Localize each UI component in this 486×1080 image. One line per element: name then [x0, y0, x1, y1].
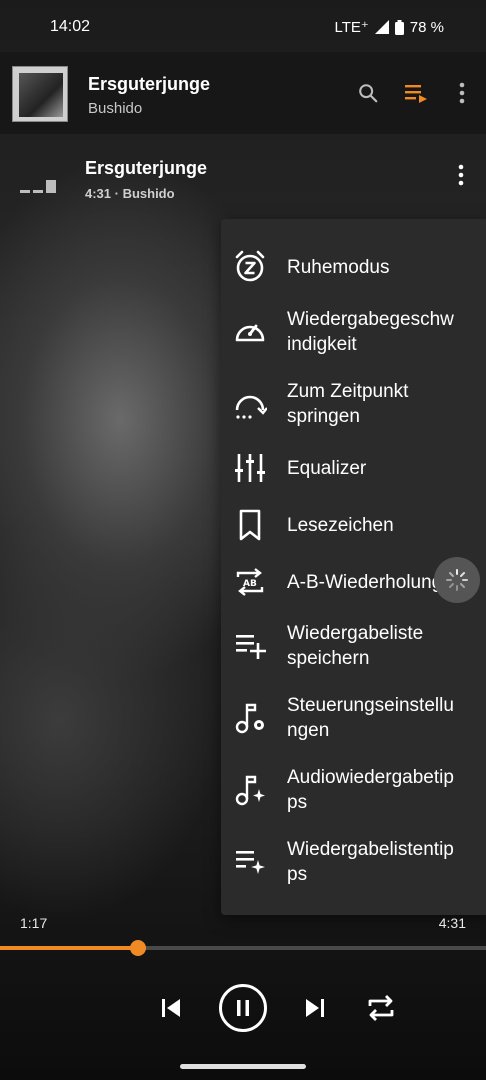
next-button[interactable]: [299, 992, 331, 1024]
status-indicators: LTE⁺ 78 %: [334, 18, 444, 37]
seek-bar-thumb[interactable]: [130, 940, 147, 956]
player-header: Ersguterjunge Bushido: [0, 52, 486, 134]
menu-item-label: Wiedergabelistentip ps: [287, 839, 454, 885]
menu-item-jump-to-time[interactable]: Zum Zeitpunkt springen: [221, 379, 486, 431]
more-vert-icon: [459, 82, 465, 104]
current-time: 1:17: [20, 915, 48, 931]
battery-icon: [394, 19, 404, 35]
previous-button[interactable]: [155, 992, 187, 1024]
playlist-tips-icon: [236, 851, 265, 874]
seek-bar[interactable]: [0, 940, 486, 956]
menu-item-label: Steuerungseinstellu ngen: [287, 695, 454, 741]
track-title: Ersguterjunge: [85, 158, 208, 178]
jump-to-time-icon: [235, 395, 267, 419]
loading-spinner-icon: [446, 569, 468, 591]
music-settings-icon: [235, 703, 264, 734]
battery-percent: 78 %: [409, 18, 444, 36]
search-button[interactable]: [353, 78, 383, 108]
status-bar: 14:02 LTE⁺ 78 %: [0, 0, 486, 52]
menu-item-save-playlist[interactable]: Wiedergabeliste speichern: [221, 621, 486, 673]
music-tips-icon: [235, 775, 265, 806]
menu-item-control-settings[interactable]: Steuerungseinstellu ngen: [221, 693, 486, 745]
skip-previous-icon: [162, 999, 180, 1017]
floating-assistant-bubble[interactable]: [434, 557, 480, 603]
repeat-icon: [368, 995, 394, 1021]
playlist-add-icon: [236, 635, 266, 659]
track-meta: 4:31 · Bushido: [85, 186, 175, 201]
status-time: 14:02: [50, 18, 91, 35]
current-track-row[interactable]: Ersguterjunge 4:31 · Bushido: [0, 134, 486, 218]
sleep-timer-icon: [235, 250, 265, 282]
skip-next-icon: [306, 999, 324, 1017]
now-playing-bars-icon: [20, 180, 56, 193]
bookmark-icon: [239, 509, 261, 541]
search-icon: [359, 84, 378, 103]
ab-repeat-icon: AB: [236, 568, 264, 596]
menu-item-bookmarks[interactable]: Lesezeichen: [221, 506, 486, 546]
repeat-button[interactable]: [363, 990, 399, 1026]
menu-item-label: Equalizer: [287, 458, 367, 479]
seek-bar-progress: [0, 946, 139, 950]
album-cover[interactable]: [12, 66, 68, 122]
menu-item-label: Lesezeichen: [287, 515, 394, 536]
menu-item-label: Zum Zeitpunkt springen: [287, 381, 409, 427]
header-title: Ersguterjunge: [88, 74, 211, 94]
more-vert-icon: [458, 164, 464, 186]
total-time: 4:31: [438, 915, 466, 931]
gesture-navigation-bar[interactable]: [180, 1064, 306, 1069]
svg-text:AB: AB: [243, 579, 257, 589]
menu-item-sleep-timer[interactable]: Ruhemodus: [221, 247, 486, 287]
menu-item-label: Ruhemodus: [287, 257, 390, 278]
signal-icon: [374, 20, 389, 34]
menu-item-equalizer[interactable]: Equalizer: [221, 449, 486, 489]
menu-item-audio-tips[interactable]: Audiowiedergabetip ps: [221, 765, 486, 817]
pause-icon: [237, 1000, 249, 1016]
overflow-menu-button[interactable]: [447, 78, 477, 108]
network-label: LTE⁺: [334, 19, 369, 36]
menu-item-label: Wiedergabeliste speichern: [287, 623, 424, 669]
queue-icon: [405, 85, 427, 103]
menu-item-label: Audiowiedergabetip ps: [287, 767, 454, 813]
header-artist: Bushido: [88, 100, 143, 117]
track-more-button[interactable]: [458, 164, 464, 191]
play-pause-button[interactable]: [219, 984, 267, 1032]
menu-item-label: Wiedergabegeschw indigkeit: [287, 309, 454, 355]
equalizer-icon: [235, 454, 265, 482]
speedometer-icon: [235, 324, 265, 342]
menu-item-playlist-tips[interactable]: Wiedergabelistentip ps: [221, 837, 486, 889]
queue-button[interactable]: [401, 78, 431, 108]
menu-item-playback-speed[interactable]: Wiedergabegeschw indigkeit: [221, 307, 486, 359]
